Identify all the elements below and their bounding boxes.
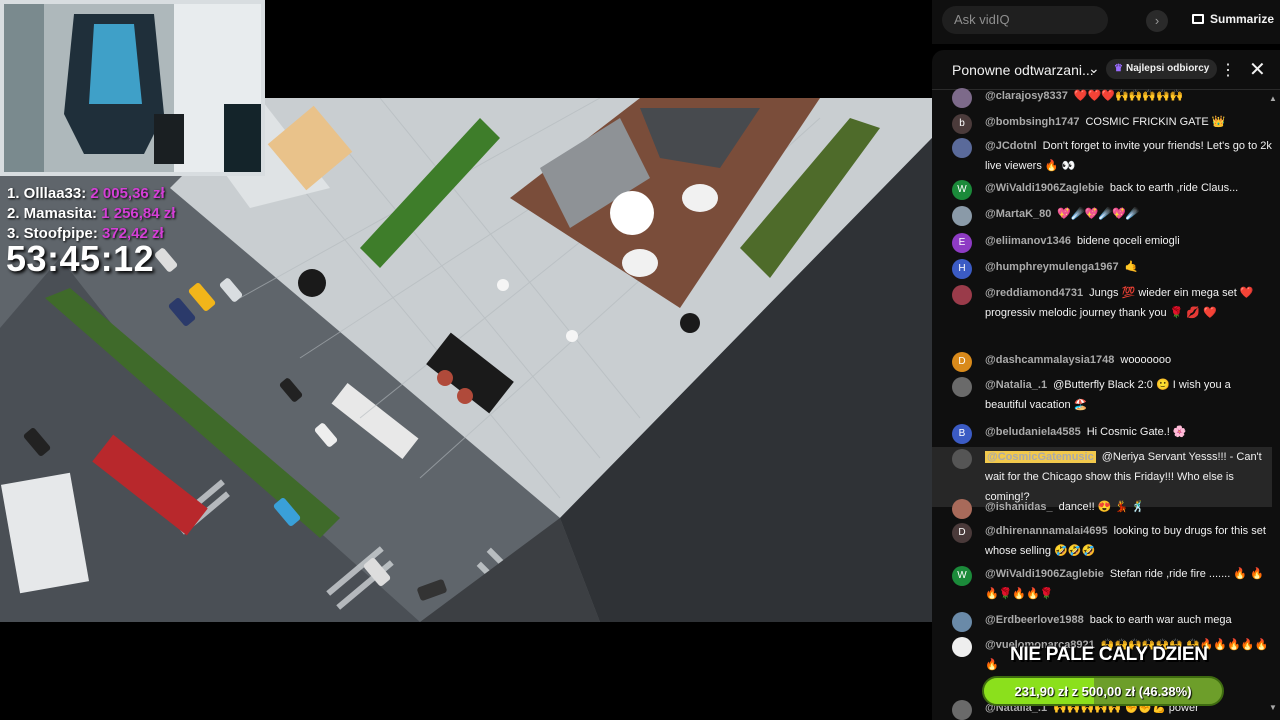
- leaderboard-row: 2. Mamasita: 1 256,84 zł: [7, 205, 176, 222]
- webcam-feed: [4, 4, 261, 172]
- avatar[interactable]: b: [952, 114, 972, 134]
- chat-author[interactable]: @JCdotnl: [985, 140, 1037, 152]
- chat-message[interactable]: @ishanidas_ dance!! 😍 💃 🕺: [932, 497, 1272, 519]
- chat-text: back to earth war auch mega: [1089, 614, 1232, 626]
- avatar[interactable]: [952, 206, 972, 226]
- chat-author[interactable]: @dhirenannamalai4695: [985, 525, 1108, 537]
- avatar[interactable]: W: [952, 180, 972, 200]
- goal-title: NIE PALE CALY DZIEN: [1010, 644, 1208, 665]
- avatar[interactable]: B: [952, 424, 972, 444]
- chat-message[interactable]: @Erdbeerlove1988 back to earth war auch m…: [932, 610, 1272, 632]
- chat-message[interactable]: b @bombsingh1747 COSMIC FRICKIN GATE 👑: [932, 112, 1272, 134]
- goal-progress-bar: 231,90 zł z 500,00 zł (46.38%): [982, 676, 1224, 706]
- rooftop-aerial-scene: [0, 98, 932, 622]
- crown-icon: ♛: [1114, 63, 1123, 74]
- live-chat-panel: Ponowne odtwarzani... ⌄ ♛ Najlepsi odbior…: [932, 50, 1280, 720]
- chat-mode-dropdown[interactable]: Ponowne odtwarzani...: [952, 62, 1094, 78]
- chat-message[interactable]: H @humphreymulenga1967 🤙: [932, 257, 1272, 279]
- close-icon[interactable]: ✕: [1249, 57, 1266, 82]
- ask-vidiq-input[interactable]: Ask vidIQ: [942, 6, 1108, 34]
- chat-message[interactable]: D @dashcammalaysia1748 wooooooo: [932, 350, 1272, 372]
- chat-author[interactable]: @MartaK_80: [985, 208, 1051, 220]
- donation-leaderboard: 1. Olllaa33: 2 005,36 zł 2. Mamasita: 1 …: [7, 184, 175, 244]
- chat-author[interactable]: @beludaniela4585: [985, 426, 1081, 438]
- chat-message[interactable]: @reddiamond4731 Jungs 💯 wieder ein mega s…: [932, 283, 1272, 343]
- chat-author[interactable]: @reddiamond4731: [985, 287, 1083, 299]
- avatar[interactable]: [952, 499, 972, 519]
- chevron-down-icon[interactable]: ⌄: [1088, 60, 1100, 77]
- chat-text: ❤️❤️❤️🙌🙌🙌🙌🙌: [1073, 90, 1184, 102]
- video-player[interactable]: [0, 98, 932, 622]
- chat-author[interactable]: @dashcammalaysia1748: [985, 354, 1114, 366]
- avatar[interactable]: [952, 88, 972, 108]
- avatar[interactable]: H: [952, 259, 972, 279]
- chat-text: bidene qoceli emiogli: [1076, 235, 1180, 247]
- chat-author[interactable]: @humphreymulenga1967: [985, 261, 1119, 273]
- chat-message[interactable]: D @dhirenannamalai4695 looking to buy drug…: [932, 521, 1272, 561]
- chat-message[interactable]: @JCdotnl Don't forget to invite your frie…: [932, 136, 1272, 176]
- chat-author[interactable]: @WiValdi1906Zaglebie: [985, 182, 1104, 194]
- summarize-button[interactable]: Summarize: [1192, 12, 1274, 26]
- chat-author[interactable]: @Erdbeerlove1988: [985, 614, 1084, 626]
- video-letterbox-bottom: [0, 622, 932, 720]
- chat-author[interactable]: @eliimanov1346: [985, 235, 1071, 247]
- chat-author[interactable]: @WiValdi1906Zaglebie: [985, 568, 1104, 580]
- vidiq-toolbar: Ask vidIQ › Summarize: [932, 0, 1280, 44]
- chat-author[interactable]: @ishanidas_: [985, 501, 1053, 513]
- book-icon: [1192, 14, 1204, 24]
- avatar[interactable]: [952, 138, 972, 158]
- chat-text: dance!! 😍 💃 🕺: [1058, 501, 1145, 513]
- top-donors-button[interactable]: ♛ Najlepsi odbiorcy: [1106, 59, 1218, 79]
- leaderboard-row: 1. Olllaa33: 2 005,36 zł: [7, 185, 165, 202]
- chat-message[interactable]: W @WiValdi1906Zaglebie Stefan ride ,ride f…: [932, 564, 1272, 604]
- stream-timer: 53:45:12: [6, 238, 155, 279]
- chat-text: 🤙: [1124, 261, 1139, 273]
- more-options-icon[interactable]: ⋮: [1220, 60, 1236, 80]
- chat-author[interactable]: @bombsingh1747: [985, 116, 1079, 128]
- avatar[interactable]: [952, 637, 972, 657]
- chat-message[interactable]: E @eliimanov1346 bidene qoceli emiogli: [932, 231, 1272, 253]
- chat-text: COSMIC FRICKIN GATE 👑: [1085, 116, 1226, 128]
- goal-progress-text: 231,90 zł z 500,00 zł (46.38%): [1014, 684, 1192, 699]
- avatar[interactable]: [952, 612, 972, 632]
- scroll-up-icon[interactable]: ▲: [1269, 94, 1277, 103]
- avatar[interactable]: D: [952, 523, 972, 543]
- chat-author[interactable]: @Natalia_.1: [985, 379, 1047, 391]
- chat-text: back to earth ,ride Claus...: [1109, 182, 1239, 194]
- chat-message[interactable]: B @beludaniela4585 Hi Cosmic Gate.! 🌸: [932, 422, 1272, 444]
- chat-message[interactable]: @MartaK_80 💖☄️💖☄️💖☄️: [932, 204, 1272, 226]
- avatar[interactable]: D: [952, 352, 972, 372]
- chat-text: wooooooo: [1120, 354, 1172, 366]
- chat-message[interactable]: @clarajosy8337 ❤️❤️❤️🙌🙌🙌🙌🙌: [932, 86, 1272, 108]
- chat-author[interactable]: @CosmicGatemusic: [985, 451, 1096, 463]
- chat-text: Hi Cosmic Gate.! 🌸: [1086, 426, 1187, 438]
- chat-header: Ponowne odtwarzani... ⌄ ♛ Najlepsi odbior…: [932, 50, 1280, 90]
- avatar[interactable]: E: [952, 233, 972, 253]
- avatar[interactable]: [952, 377, 972, 397]
- chat-message[interactable]: @Natalia_.1 @Butterfly Black 2:0 🙂 I wish…: [932, 375, 1272, 415]
- chat-message[interactable]: W @WiValdi1906Zaglebie back to earth ,ride…: [932, 178, 1272, 200]
- scroll-down-icon[interactable]: ▼: [1269, 703, 1277, 712]
- avatar[interactable]: W: [952, 566, 972, 586]
- chat-author[interactable]: @clarajosy8337: [985, 90, 1068, 102]
- chat-text: 💖☄️💖☄️💖☄️: [1057, 208, 1140, 220]
- webcam-overlay: [0, 0, 265, 176]
- avatar[interactable]: [952, 700, 972, 720]
- avatar[interactable]: [952, 449, 972, 469]
- avatar[interactable]: [952, 285, 972, 305]
- ask-submit-icon[interactable]: ›: [1146, 10, 1168, 32]
